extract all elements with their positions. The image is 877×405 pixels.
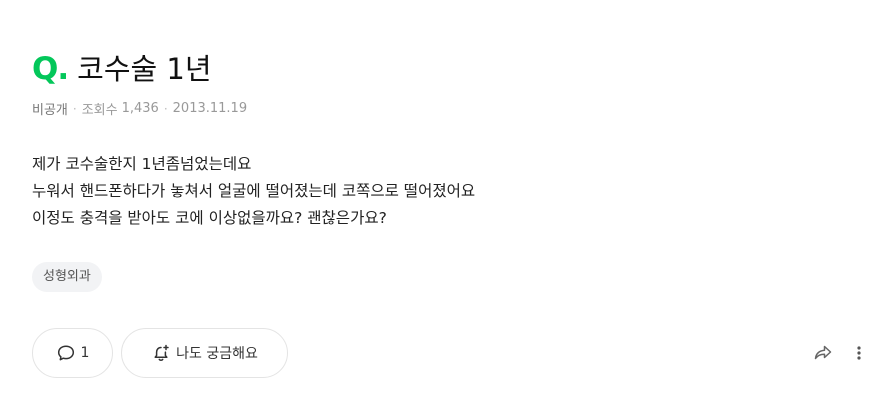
comment-count: 1 (80, 345, 90, 361)
body-line: 이정도 충격을 받아도 코에 이상없을까요? 괜찮은가요? (32, 209, 387, 227)
me-too-curious-label: 나도 궁금해요 (176, 346, 258, 362)
comment-icon (56, 343, 76, 363)
question-title-row: Q . 코수술 1년 (32, 50, 212, 88)
question-meta: 비공개 · 조회수 1,436 · 2013.11.19 (32, 99, 247, 118)
me-too-curious-button[interactable]: 나도 궁금해요 (121, 328, 288, 378)
question-q-mark: Q (32, 51, 58, 87)
share-icon[interactable] (812, 342, 834, 364)
question-q-dot: . (57, 51, 70, 87)
author-name: 비공개 (32, 103, 68, 118)
question-title: 코수술 1년 (77, 52, 212, 86)
tag-chip[interactable]: 성형외과 (32, 262, 102, 292)
bell-plus-icon (151, 343, 171, 363)
post-date: 2013.11.19 (172, 101, 248, 116)
meta-separator: · (163, 101, 168, 116)
comment-button[interactable]: 1 (32, 328, 113, 378)
question-body: 제가 코수술한지 1년좀넘었는데요 누워서 핸드폰하다가 놓쳐서 얼굴에 떨어졌… (32, 151, 475, 232)
views-count: 1,436 (121, 101, 159, 116)
more-options-icon[interactable] (852, 342, 866, 364)
body-line: 누워서 핸드폰하다가 놓쳐서 얼굴에 떨어졌는데 코쪽으로 떨어졌어요 (32, 182, 476, 200)
meta-separator: · (72, 101, 77, 116)
body-line: 제가 코수술한지 1년좀넘었는데요 (32, 155, 252, 173)
views-label: 조회수 (81, 103, 118, 118)
